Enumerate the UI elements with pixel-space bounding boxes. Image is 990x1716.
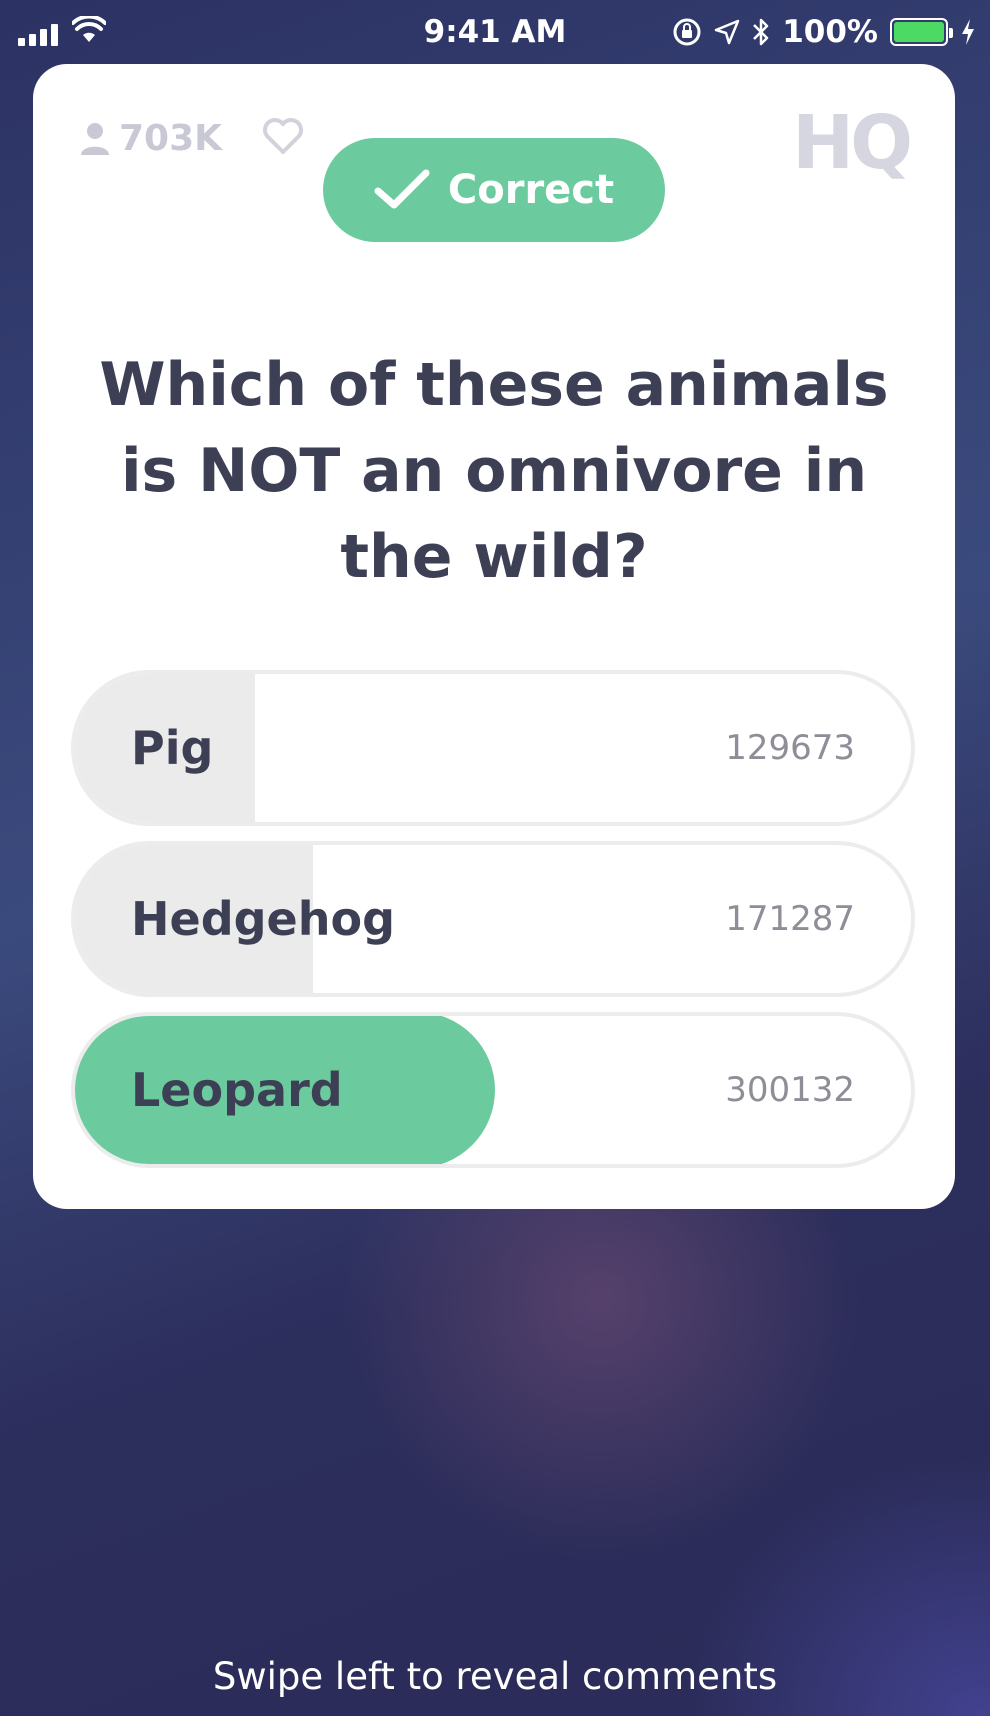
screen: 9:41 AM 100% 703K HQ Correct Which of th… [0, 0, 990, 1716]
correct-label: Correct [447, 167, 615, 213]
answer-label: Leopard [131, 1063, 343, 1117]
answer-count: 129673 [725, 728, 855, 768]
viewer-count-label: 703K [119, 118, 223, 159]
charging-icon [962, 19, 974, 45]
location-icon [714, 19, 740, 45]
answer-option-correct[interactable]: Leopard 300132 [71, 1012, 915, 1168]
answer-option[interactable]: Hedgehog 171287 [71, 841, 915, 997]
battery-icon [890, 18, 953, 46]
bluetooth-icon [753, 18, 769, 46]
hq-logo: HQ [792, 100, 913, 186]
swipe-hint: Swipe left to reveal comments [212, 1655, 778, 1698]
battery-percent: 100% [782, 14, 878, 50]
heart-icon[interactable] [261, 116, 305, 156]
answer-label: Pig [131, 721, 214, 775]
checkmark-icon [374, 169, 430, 209]
status-bar: 9:41 AM 100% [0, 0, 990, 66]
answer-count: 300132 [725, 1070, 855, 1110]
answer-label: Hedgehog [131, 892, 396, 946]
person-icon [81, 122, 109, 155]
answer-option[interactable]: Pig 129673 [71, 670, 915, 826]
orientation-lock-icon [673, 18, 701, 46]
correct-badge: Correct [323, 138, 665, 242]
question-card: 703K HQ Correct Which of these animals i… [33, 64, 955, 1209]
answer-count: 171287 [725, 899, 855, 939]
question-text: Which of these animals is NOT an omnivor… [99, 350, 889, 592]
viewer-count: 703K [79, 118, 222, 159]
status-right-icons: 100% [672, 14, 976, 50]
